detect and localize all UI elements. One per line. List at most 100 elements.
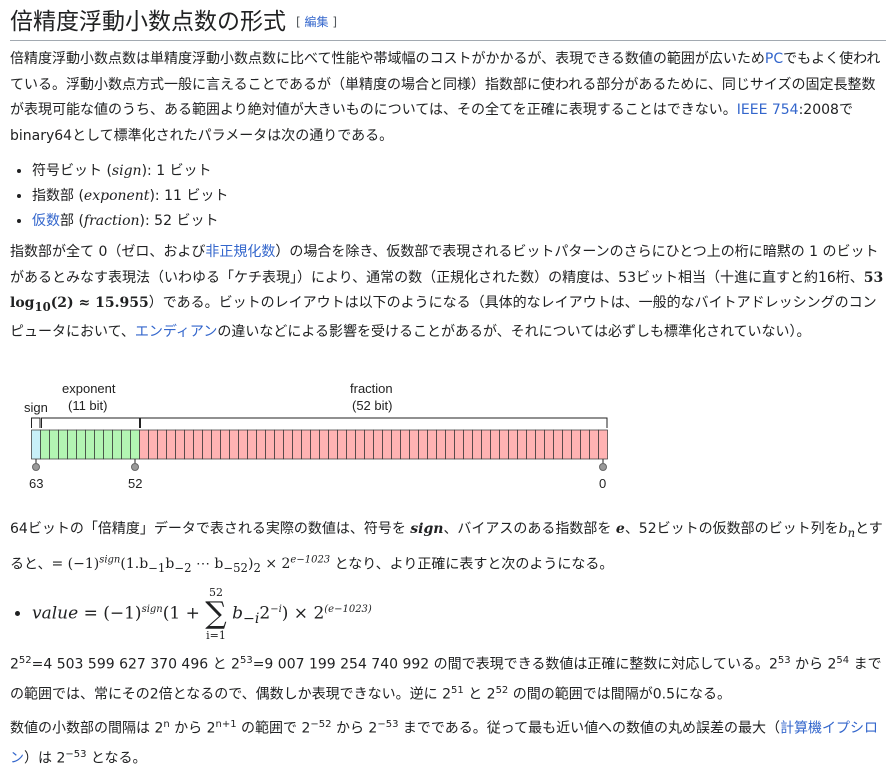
bit-cell	[580, 429, 590, 460]
bit-cell	[364, 429, 374, 460]
bit-cell	[436, 429, 446, 460]
intro-paragraph: 倍精度浮動小数点数は単精度浮動小数点数に比べて性能や帯域幅のコストがかかるが、表…	[10, 51, 881, 144]
sign-label: sign	[24, 400, 48, 415]
bit-cell	[418, 429, 428, 460]
bit-63-marker	[32, 463, 40, 471]
fraction-bits-label: (52 bit)	[352, 398, 392, 413]
bit-cell	[166, 429, 176, 460]
bit-cell	[130, 429, 140, 460]
bit-63-label: 63	[29, 476, 43, 491]
article-section: 倍精度浮動小数点数の形式 [ 編集 ] 倍精度浮動小数点数は単精度浮動小数点数に比…	[0, 0, 894, 769]
bit-cell	[301, 429, 311, 460]
pc-link[interactable]: PC	[765, 51, 783, 67]
bit-cell	[409, 429, 419, 460]
bit-cell	[211, 429, 221, 460]
bit-cell	[472, 429, 482, 460]
fraction-link[interactable]: 仮数	[32, 213, 60, 229]
exponent-bits-label: (11 bit)	[68, 398, 108, 413]
bit-cell	[526, 429, 536, 460]
bit-layout-diagram: sign exponent (11 bit) fraction (52 bit)…	[24, 381, 608, 491]
precision-paragraph: 指数部が全て 0（ゼロ、および非正規化数）の場合を除き、仮数部で表現されるビット…	[10, 244, 884, 341]
bit-cell	[148, 429, 158, 460]
bit-cell	[535, 429, 545, 460]
value-intro-paragraph: 64ビットの「倍精度」データで表される実際の数値は、符号を sign、バイアスの…	[10, 521, 883, 576]
bit-cell	[139, 429, 149, 460]
value-formula-list: value = (−1)sign(1 + 52∑i=1 b−i2−i) × 2(…	[10, 586, 372, 642]
bit-cell	[247, 429, 257, 460]
bit-cell	[445, 429, 455, 460]
bit-cell	[346, 429, 356, 460]
bit-cell	[40, 429, 50, 460]
bit-52-label: 52	[128, 476, 142, 491]
bit-cell	[499, 429, 509, 460]
bit-cell	[49, 429, 59, 460]
bit-cell	[328, 429, 338, 460]
bit-cell	[175, 429, 185, 460]
value-formula: value = (−1)sign(1 + 52∑i=1 b−i2−i) × 2(…	[32, 586, 372, 642]
bit-cell	[562, 429, 572, 460]
edit-link[interactable]: 編集	[305, 15, 329, 29]
bit-cell	[382, 429, 392, 460]
section-heading: 倍精度浮動小数点数の形式 [ 編集 ]	[10, 6, 886, 41]
list-item: 指数部 (exponent): 11 ビット	[32, 184, 228, 209]
bit-cell	[463, 429, 473, 460]
bit-cell	[112, 429, 122, 460]
field-list: 符号ビット (sign): 1 ビット 指数部 (exponent): 11 ビ…	[10, 159, 228, 234]
endianness-link[interactable]: エンディアン	[135, 324, 217, 340]
fraction-label: fraction	[350, 381, 393, 396]
bit-cell	[184, 429, 194, 460]
bit-cell	[427, 429, 437, 460]
bit-cell	[319, 429, 329, 460]
bit-cell	[589, 429, 599, 460]
ieee-754-link[interactable]: IEEE 754	[737, 102, 799, 118]
bit-cell	[85, 429, 95, 460]
fraction-bracket	[140, 417, 608, 428]
spacing-paragraph: 数値の小数部の間隔は 2n から 2n+1 の範囲で 2−52 から 2−53 …	[10, 719, 879, 767]
bit-cell	[274, 429, 284, 460]
bit-cell	[508, 429, 518, 460]
bit-cell	[94, 429, 104, 460]
bit-cell	[454, 429, 464, 460]
bit-cell	[337, 429, 347, 460]
bit-cell	[310, 429, 320, 460]
bit-cell	[265, 429, 275, 460]
bit-cell	[58, 429, 68, 460]
bit-cell	[220, 429, 230, 460]
list-item: 符号ビット (sign): 1 ビット	[32, 159, 228, 184]
bit-cells	[31, 429, 608, 460]
summation: 52 ∑ i=1	[205, 586, 227, 642]
bit-cell	[31, 429, 41, 460]
bit-cell	[553, 429, 563, 460]
bit-cell	[202, 429, 212, 460]
bit-cell	[571, 429, 581, 460]
bit-cell	[256, 429, 266, 460]
section-title: 倍精度浮動小数点数の形式	[10, 9, 286, 35]
bit-cell	[544, 429, 554, 460]
bit-cell	[490, 429, 500, 460]
bit-cell	[517, 429, 527, 460]
edit-section: [ 編集 ]	[296, 15, 338, 29]
bit-cell	[121, 429, 131, 460]
bit-cell	[391, 429, 401, 460]
bit-cell	[229, 429, 239, 460]
bit-cell	[76, 429, 86, 460]
bit-0-label: 0	[599, 476, 606, 491]
subnormal-link[interactable]: 非正規化数	[205, 244, 275, 260]
bit-cell	[238, 429, 248, 460]
bit-cell	[292, 429, 302, 460]
bit-cell	[67, 429, 77, 460]
bit-cell	[373, 429, 383, 460]
bit-cell	[283, 429, 293, 460]
bit-0-marker	[599, 463, 607, 471]
value-formula-inline: = (−1)sign(1.b−1b−2 ⋯ b−52)2 × 2e−1023	[51, 554, 331, 576]
bit-cell	[157, 429, 167, 460]
sign-bracket	[31, 417, 41, 428]
bit-cell	[400, 429, 410, 460]
bit-cell	[355, 429, 365, 460]
bit-cell	[481, 429, 491, 460]
exponent-bracket	[41, 417, 140, 428]
bit-cell	[103, 429, 113, 460]
integer-range-paragraph: 252=4 503 599 627 370 496 と 253=9 007 19…	[10, 655, 882, 703]
bit-cell	[598, 429, 608, 460]
bit-52-marker	[131, 463, 139, 471]
